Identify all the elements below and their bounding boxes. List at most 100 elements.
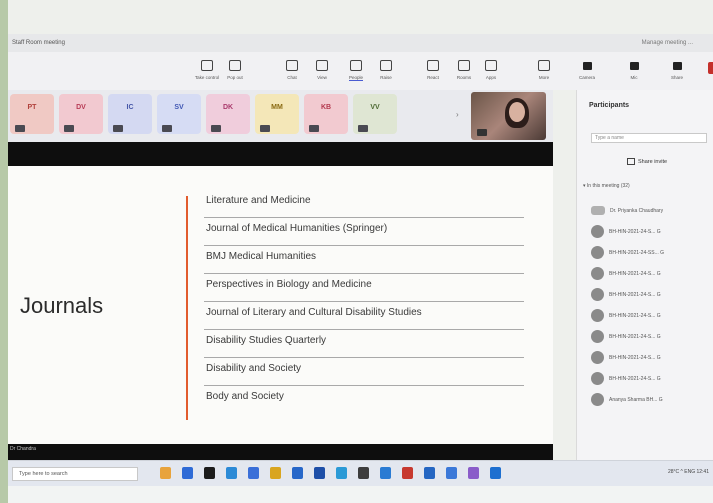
participant-row[interactable]: BH-HIN-2021-24-S... G (591, 305, 711, 326)
journal-item: Disability and Society (204, 358, 524, 386)
toolbar-button-5[interactable]: Raise (373, 58, 399, 86)
taskbar-app-icon[interactable] (402, 467, 413, 479)
mic-icon (211, 125, 221, 132)
participant-tile[interactable]: IC (108, 94, 152, 134)
hand-icon (380, 60, 392, 71)
mic-icon (477, 129, 487, 136)
journal-item: Journal of Medical Humanities (Springer) (204, 218, 524, 246)
participant-row[interactable]: Dr. Priyanka Chaudhary (591, 200, 711, 221)
participant-face (509, 102, 525, 122)
toolbar-button-label: Apps (485, 75, 497, 80)
screen: Staff Room meeting Manage meeting ... Ta… (8, 0, 713, 503)
taskbar-app-icon[interactable] (446, 467, 457, 479)
participant-row[interactable]: BH-HIN-2021-24-SS... G (591, 242, 711, 263)
taskbar-app-icon[interactable] (248, 467, 259, 479)
control-button-0[interactable]: Camera (576, 60, 598, 86)
taskbar-app-icon[interactable] (182, 467, 193, 479)
participant-name: BH-HIN-2021-24-S... G (609, 291, 661, 298)
mic-icon (162, 125, 172, 132)
participant-initials: DV (76, 104, 86, 111)
toolbar-button-label: People (348, 75, 363, 81)
toolbar-button-4[interactable]: People (343, 58, 369, 86)
control-button-2[interactable]: Share (666, 60, 688, 86)
toolbar-button-3[interactable]: View (309, 58, 335, 86)
toolbar-button-0[interactable]: Take control (194, 58, 220, 86)
screen-icon (201, 60, 213, 71)
system-tray[interactable]: 28°C ^ ENG 12:41 (668, 469, 709, 475)
taskbar-app-icon[interactable] (468, 467, 479, 479)
participant-name: Ananya Sharma BH... G (609, 396, 663, 403)
taskbar-app-icon[interactable] (490, 467, 501, 479)
participant-tile[interactable]: VV (353, 94, 397, 134)
taskbar-app-icon[interactable] (204, 467, 215, 479)
avatar (591, 330, 604, 343)
participant-row[interactable]: BH-HIN-2021-24-S... G (591, 263, 711, 284)
toolbar-button-9[interactable]: More (531, 58, 557, 86)
toolbar-button-1[interactable]: Pop out (222, 58, 248, 86)
toolbar-button-2[interactable]: Chat (279, 58, 305, 86)
taskbar-app-icon[interactable] (358, 467, 369, 479)
toolbar-button-label: Raise (380, 75, 392, 80)
taskbar-app-icon[interactable] (160, 467, 171, 479)
control-button-1[interactable]: Mic (623, 60, 645, 86)
mic-icon (629, 62, 639, 70)
participant-tile[interactable]: DK (206, 94, 250, 134)
toolbar-button-label: View (317, 75, 327, 80)
participant-row[interactable]: BH-HIN-2021-24-S... G (591, 347, 711, 368)
participant-name: BH-HIN-2021-24-SS... G (609, 249, 665, 256)
participant-initials: DK (222, 104, 234, 111)
taskbar-app-icon[interactable] (226, 467, 237, 479)
participant-search-input[interactable]: Type a name (591, 133, 707, 143)
participant-list: Dr. Priyanka Chaudhary BH-HIN-2021-24-S..… (591, 200, 711, 410)
taskbar-app-icon[interactable] (380, 467, 391, 479)
people-icon (350, 60, 362, 71)
taskbar-app-icon[interactable] (292, 467, 303, 479)
meeting-toolbar: Take control Pop out Chat View People Raise Re… (8, 52, 713, 90)
participant-tile[interactable]: MM (255, 94, 299, 134)
presenter-label: Dr Chandra (10, 446, 36, 452)
participant-row[interactable]: BH-HIN-2021-24-S... G (591, 368, 711, 389)
avatar (591, 393, 604, 406)
toolbar-button-6[interactable]: React (420, 58, 446, 86)
chevron-right-icon[interactable]: › (456, 110, 459, 119)
taskbar-app-icon[interactable] (270, 467, 281, 479)
leave-button[interactable] (708, 62, 713, 74)
participant-name: BH-HIN-2021-24-S... G (609, 375, 661, 382)
toolbar-button-8[interactable]: Apps (478, 58, 504, 86)
participant-tile[interactable]: DV (59, 94, 103, 134)
mic-icon (358, 125, 368, 132)
toolbar-button-label: Take control (194, 75, 220, 80)
video-tile[interactable] (471, 92, 546, 140)
participant-name: BH-HIN-2021-24-S... G (609, 270, 661, 277)
manage-meeting-link[interactable]: Manage meeting ... (642, 40, 693, 46)
toolbar-button-7[interactable]: Rooms (451, 58, 477, 86)
meeting-group-header[interactable]: ▾ In this meeting (32) (583, 183, 630, 189)
participant-tile[interactable]: SV (157, 94, 201, 134)
mic-icon (309, 125, 319, 132)
slide-letterbox-bottom: Dr Chandra (8, 444, 553, 460)
taskbar-app-icon[interactable] (336, 467, 347, 479)
slide-accent-line (186, 196, 188, 420)
share-invite-button[interactable]: Share invite (627, 158, 667, 165)
view-icon (316, 60, 328, 71)
taskbar-app-icon[interactable] (424, 467, 435, 479)
participant-row[interactable]: BH-HIN-2021-24-S... G (591, 284, 711, 305)
participant-row[interactable]: BH-HIN-2021-24-S... G (591, 221, 711, 242)
participant-strip: › PT DV IC SV DK MM KB VV (8, 90, 553, 142)
taskbar-app-icon[interactable] (314, 467, 325, 479)
participant-row[interactable]: Ananya Sharma BH... G (591, 389, 711, 410)
journal-item: Literature and Medicine (204, 190, 524, 218)
mic-icon (15, 125, 25, 132)
popout-icon (229, 60, 241, 71)
avatar (591, 351, 604, 364)
taskbar-search-input[interactable]: Type here to search (12, 467, 138, 481)
avatar (591, 206, 605, 215)
slide-title: Journals (20, 293, 104, 318)
chat-icon (286, 60, 298, 71)
participant-row[interactable]: BH-HIN-2021-24-S... G (591, 326, 711, 347)
participant-tile[interactable]: KB (304, 94, 348, 134)
avatar (591, 267, 604, 280)
participant-initials: IC (126, 104, 134, 111)
participant-tile[interactable]: PT (10, 94, 54, 134)
apps-icon (485, 60, 497, 71)
